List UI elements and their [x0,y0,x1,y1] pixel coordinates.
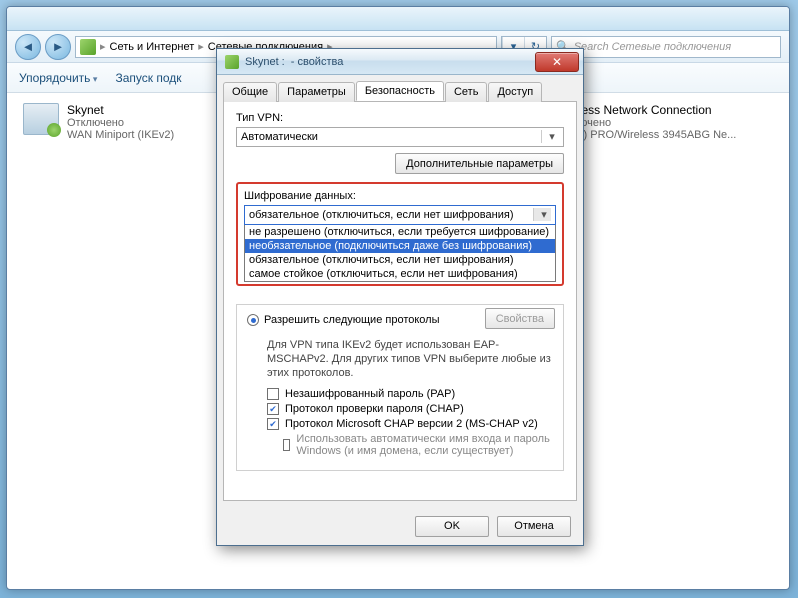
encryption-option[interactable]: не разрешено (отключиться, если требуетс… [245,225,555,239]
connection-icon [23,103,59,135]
chevron-right-icon: ▸ [100,40,106,53]
nav-forward-button[interactable]: ► [45,34,71,60]
proto-chap-label: Протокол проверки пароля (CHAP) [285,403,464,415]
tab-network[interactable]: Сеть [445,82,487,102]
proto-mschap-label: Протокол Microsoft CHAP версии 2 (MS-CHA… [285,418,538,430]
dialog-titlebar[interactable]: Skynet : - свойства ✕ [217,49,583,75]
connection-status: Отключено [67,117,174,129]
radio-icon [247,314,259,326]
checkbox-icon [267,403,279,415]
breadcrumb-item[interactable]: Сеть и Интернет [110,41,195,53]
dialog-title-suffix: - свойства [291,56,344,68]
close-button[interactable]: ✕ [535,52,579,72]
checkbox-icon [283,439,290,451]
vpn-type-label: Тип VPN: [236,112,564,124]
proto-pap-label: Незашифрованный пароль (PAP) [285,388,455,400]
tab-security[interactable]: Безопасность [356,81,444,101]
tab-access[interactable]: Доступ [488,82,542,102]
protocols-description: Для VPN типа IKEv2 будет использован EAP… [267,339,553,380]
organize-button[interactable]: Упорядочить [19,71,97,85]
encryption-option[interactable]: самое стойкое (отключиться, если нет шиф… [245,267,555,281]
properties-dialog: Skynet : - свойства ✕ Общие Параметры Бе… [216,48,584,546]
encryption-option[interactable]: обязательное (отключиться, если нет шифр… [245,253,555,267]
proto-autologin-row[interactable]: Использовать автоматически имя входа и п… [283,433,553,457]
window-titlebar [7,7,789,31]
encryption-label: Шифрование данных: [244,190,556,202]
tab-parameters[interactable]: Параметры [278,82,355,102]
proto-autologin-label: Использовать автоматически имя входа и п… [296,433,553,457]
dialog-title-name: Skynet : [245,56,285,68]
connection-name: Skynet [67,103,174,117]
encryption-selected-value: обязательное (отключиться, если нет шифр… [249,209,513,221]
connection-device: WAN Miniport (IKEv2) [67,129,174,141]
encryption-select[interactable]: обязательное (отключиться, если нет шифр… [244,205,556,225]
connection-icon [225,55,239,69]
proto-mschap-row[interactable]: Протокол Microsoft CHAP версии 2 (MS-CHA… [267,418,553,430]
chevron-right-icon: ▸ [198,40,204,53]
vpn-type-select[interactable]: Автоматически [236,127,564,147]
allow-protocols-label: Разрешить следующие протоколы [264,314,440,326]
properties-button[interactable]: Свойства [485,308,555,329]
encryption-option[interactable]: необязательное (подключиться даже без ши… [245,239,555,253]
checkbox-icon [267,388,279,400]
encryption-highlight: Шифрование данных: обязательное (отключи… [236,182,564,286]
close-icon: ✕ [552,55,562,69]
search-input[interactable]: 🔍 Search Сетевые подключения [551,36,781,58]
vpn-type-value: Автоматически [241,131,318,143]
ok-button[interactable]: OK [415,516,489,537]
tab-general[interactable]: Общие [223,82,277,102]
checkbox-icon [267,418,279,430]
encryption-dropdown-list: не разрешено (отключиться, если требуетс… [244,225,556,282]
tab-strip: Общие Параметры Безопасность Сеть Доступ [223,81,577,101]
proto-chap-row[interactable]: Протокол проверки пароля (CHAP) [267,403,553,415]
network-icon [80,39,96,55]
search-placeholder: Search Сетевые подключения [574,41,731,53]
advanced-params-button[interactable]: Дополнительные параметры [395,153,564,174]
start-connection-button[interactable]: Запуск подк [115,71,181,85]
auth-group: Разрешить следующие протоколы Свойства Д… [236,304,564,471]
proto-pap-row[interactable]: Незашифрованный пароль (PAP) [267,388,553,400]
cancel-button[interactable]: Отмена [497,516,571,537]
allow-protocols-radio-row[interactable]: Разрешить следующие протоколы [247,314,440,326]
connection-item[interactable]: Skynet Отключено WAN Miniport (IKEv2) [23,103,174,141]
tab-panel-security: Тип VPN: Автоматически Дополнительные па… [223,101,577,501]
dialog-button-row: OK Отмена [217,507,583,545]
nav-back-button[interactable]: ◄ [15,34,41,60]
